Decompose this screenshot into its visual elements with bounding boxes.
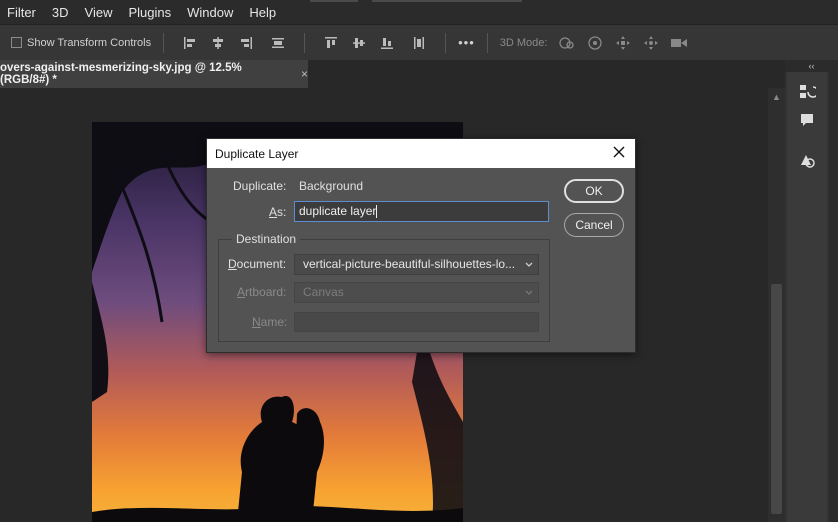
name-input [294,312,539,332]
video-camera-3d-icon[interactable] [669,33,689,53]
artboard-label: Artboard: [237,285,287,299]
as-label: As: [269,205,287,219]
tab-close-icon[interactable]: × [301,67,308,81]
artboard-dropdown-value: Canvas [303,285,344,299]
slide-3d-icon[interactable] [641,33,661,53]
pan-3d-icon[interactable] [613,33,633,53]
comment-icon[interactable] [797,110,817,130]
close-icon[interactable] [611,144,627,160]
name-label: Name: [252,315,288,329]
duplicate-label: Duplicate: [233,179,287,193]
document-tab-bar: overs-against-mesmerizing-sky.jpg @ 12.5… [0,60,785,88]
collapse-panels-button[interactable]: ‹‹ [785,60,838,72]
document-dropdown-value: vertical-picture-beautiful-silhouettes-l… [303,257,516,271]
cancel-button[interactable]: Cancel [564,213,624,237]
menu-window[interactable]: Window [179,5,241,20]
as-name-input-value: duplicate layer [299,204,377,218]
options-bar: Show Transform Controls ••• 3D Mode: [0,24,838,60]
document-tab-title: overs-against-mesmerizing-sky.jpg @ 12.5… [0,62,242,86]
menu-view[interactable]: View [77,5,121,20]
distribute-vertical-icon[interactable] [268,33,288,53]
right-panel-dock: ‹‹ [785,60,838,522]
more-options-button[interactable]: ••• [458,35,475,50]
ok-button[interactable]: OK [564,179,624,203]
scroll-up-arrow-icon[interactable]: ▲ [772,92,781,102]
title-bar-divider [372,0,522,2]
menu-help[interactable]: Help [241,5,284,20]
vertical-scrollbar[interactable]: ▲ [768,88,785,522]
chevron-down-icon [524,287,534,301]
3d-mode-label: 3D Mode: [499,36,548,49]
align-top-icon[interactable] [321,33,341,53]
panel-edge-strip [829,72,838,522]
menu-3d[interactable]: 3D [44,5,77,20]
distribute-horizontal-icon[interactable] [409,33,429,53]
document-tab[interactable]: overs-against-mesmerizing-sky.jpg @ 12.5… [0,60,308,88]
menu-filter[interactable]: Filter [0,5,44,20]
align-vertical-center-icon[interactable] [349,33,369,53]
duplicate-layer-dialog: Duplicate Layer Duplicate: Background As… [206,138,636,353]
roll-3d-icon[interactable] [585,33,605,53]
menu-bar: Filter 3D View Plugins Window Help [0,0,838,24]
as-name-input[interactable]: duplicate layer [294,201,549,222]
divider [486,32,488,53]
divider [163,32,165,53]
panel-icon-column [787,72,827,522]
dialog-title: Duplicate Layer [215,146,299,161]
artboard-dropdown: Canvas [294,282,539,303]
orbit-3d-icon[interactable] [557,33,577,53]
show-transform-controls-label: Show Transform Controls [27,36,152,49]
align-right-icon[interactable] [236,33,256,53]
shape-mode-icon[interactable] [797,150,817,170]
scrollbar-thumb[interactable] [771,284,782,514]
dialog-title-bar: Duplicate Layer [207,139,635,168]
text-caret [376,205,378,219]
align-bottom-icon[interactable] [377,33,397,53]
title-bar-divider [310,0,358,2]
divider [445,32,447,53]
document-label: Document: [228,257,287,271]
duplicate-source-value: Background [299,179,364,193]
history-icon[interactable] [797,82,817,102]
show-transform-controls-checkbox[interactable] [11,37,22,48]
align-left-icon[interactable] [180,33,200,53]
menu-plugins[interactable]: Plugins [120,5,179,20]
align-horizontal-center-icon[interactable] [208,33,228,53]
document-dropdown[interactable]: vertical-picture-beautiful-silhouettes-l… [294,254,539,275]
chevron-down-icon [524,259,534,273]
divider [304,32,306,53]
destination-group-title: Destination [232,232,301,246]
